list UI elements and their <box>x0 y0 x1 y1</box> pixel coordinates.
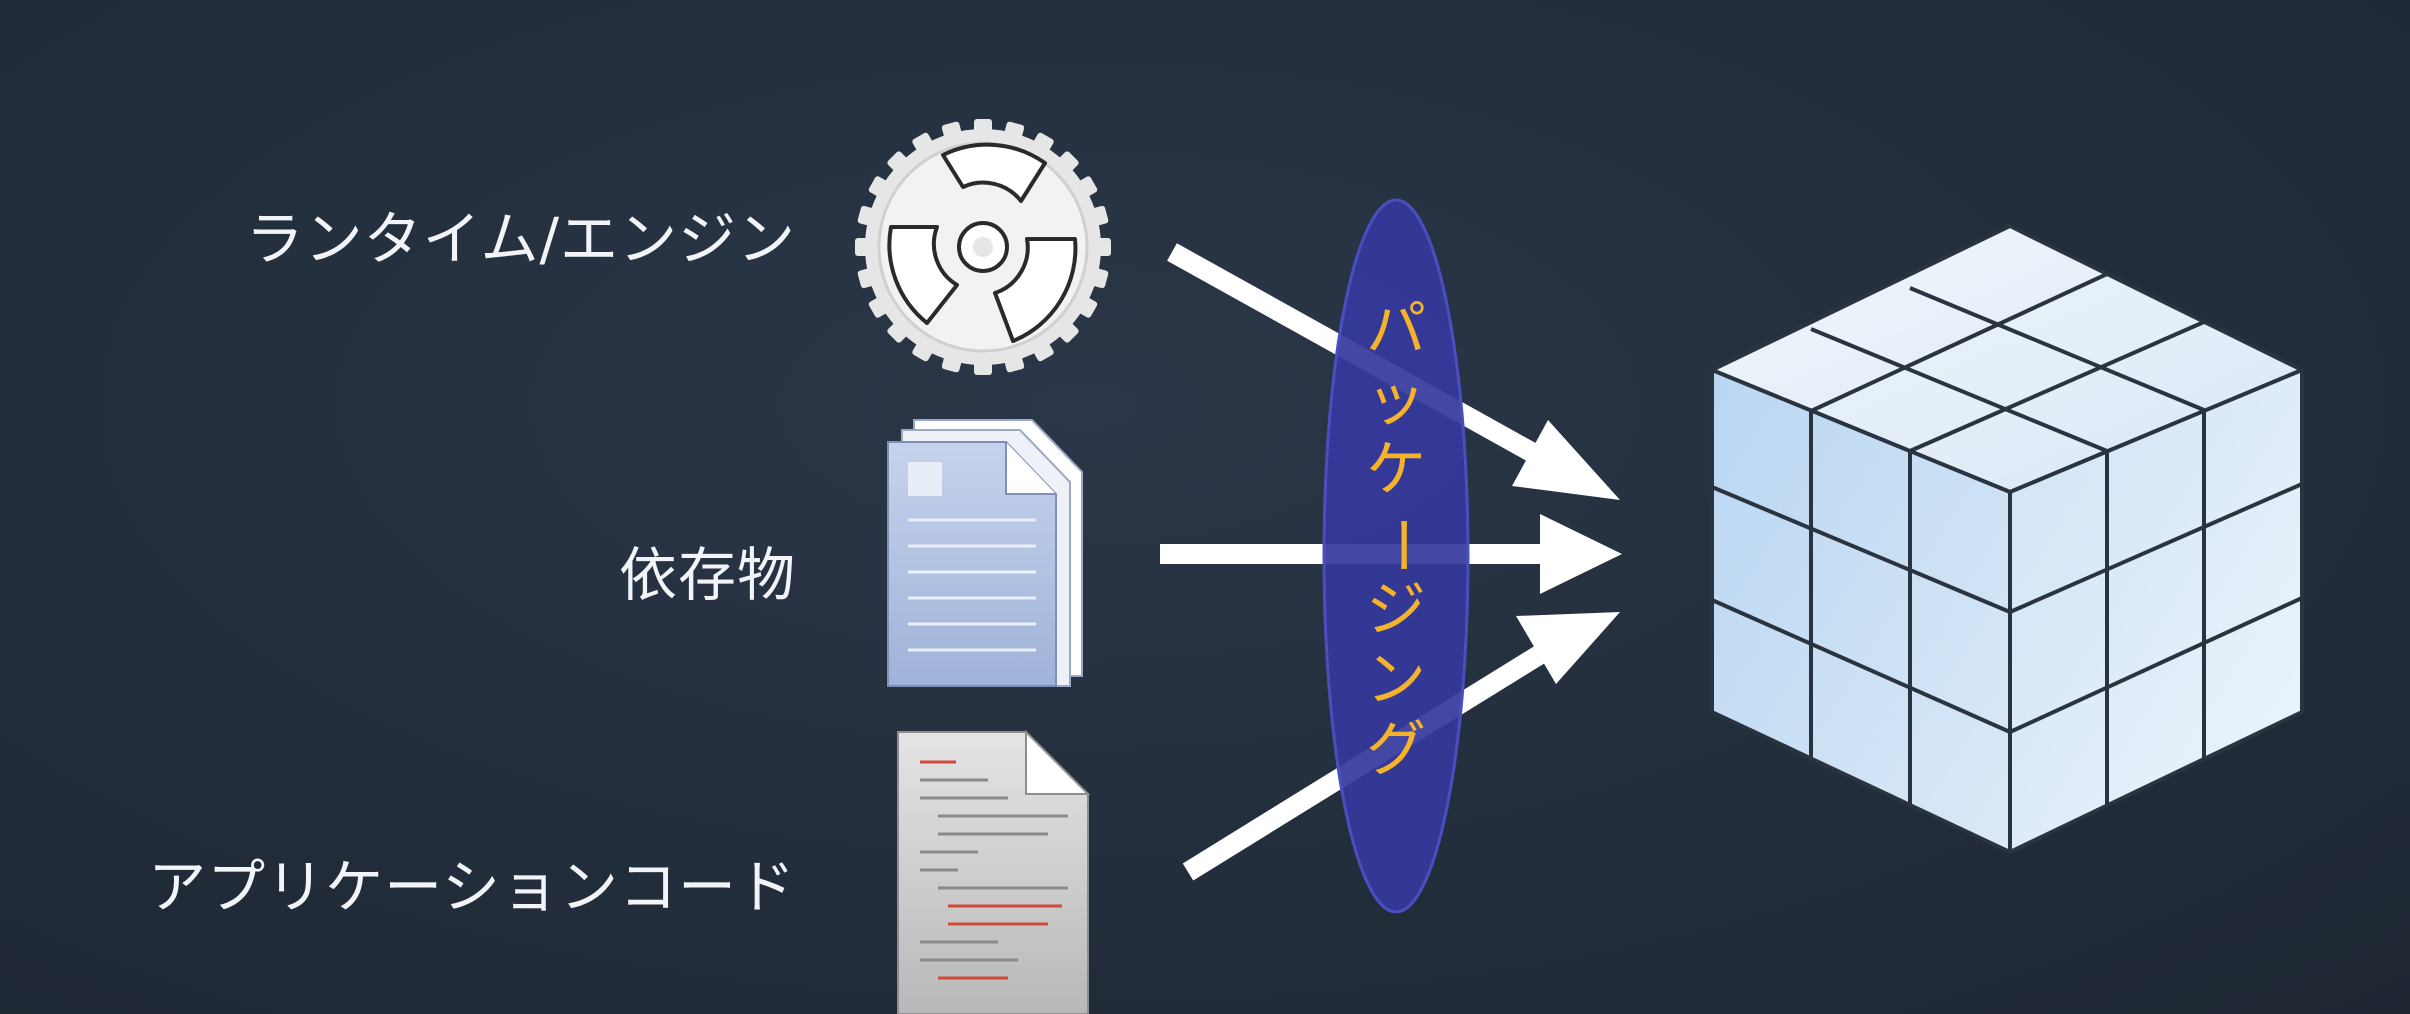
gear-icon <box>855 119 1111 375</box>
packaging-char: パ <box>1366 295 1426 365</box>
document-stack-icon <box>887 419 1083 687</box>
diagram-graphics <box>855 119 2304 1014</box>
packaging-char: ッ <box>1366 365 1426 435</box>
packaging-char: ケ <box>1366 435 1426 505</box>
packaging-label: パ ッ ケ ー ジ ン グ <box>1336 300 1456 790</box>
arrowhead-dependencies <box>1540 514 1622 594</box>
packaging-char: ン <box>1366 645 1426 715</box>
packaging-char: ー <box>1366 515 1436 575</box>
diagram-stage: ランタイム/エンジン 依存物 アプリケーションコード パ ッ ケ ー ジ ン グ <box>0 0 2410 1014</box>
container-cube-icon <box>1710 224 2304 854</box>
packaging-char: グ <box>1366 715 1426 785</box>
arrowhead-runtime <box>1512 420 1620 500</box>
packaging-char: ジ <box>1366 575 1426 645</box>
code-file-icon <box>897 729 1091 1014</box>
